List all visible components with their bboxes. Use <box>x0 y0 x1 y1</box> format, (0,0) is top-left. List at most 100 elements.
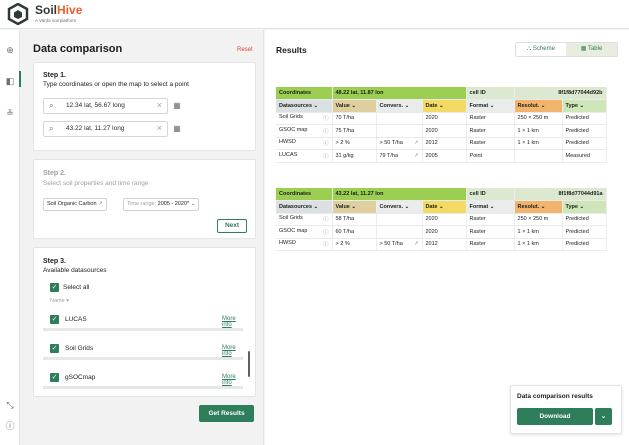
column-header[interactable]: Datasources ⌄ <box>276 200 333 214</box>
layers-icon[interactable]: ≗ <box>5 108 15 118</box>
table-cell: Predicted <box>562 213 607 226</box>
table-cell: GSOC map ⓘ <box>276 124 333 138</box>
datasource-label: HWSD <box>279 240 296 247</box>
clear-icon[interactable]: × <box>157 123 162 133</box>
reset-link[interactable]: Reset <box>237 47 253 53</box>
column-header[interactable]: Value ⌄ <box>332 200 377 214</box>
table-cell: HWSD ⓘ <box>276 137 333 150</box>
search-icon: ⌕ <box>49 101 54 110</box>
table-cell: > 2 % <box>332 238 377 251</box>
table-icon: ▦ <box>580 46 587 52</box>
coordinate-input-1-value: 12.34 lat, 56.67 long <box>66 102 125 109</box>
column-header-label: Value <box>335 203 350 210</box>
datasource-checkbox[interactable]: ✓ <box>50 344 59 353</box>
table-cell: 79 T/ha ↗ <box>376 149 423 163</box>
datasource-row: ✓ gSOCmap More info <box>43 367 243 389</box>
time-range-value: 2005 - 2020* <box>157 201 190 207</box>
column-header[interactable]: Date ⌄ <box>422 200 467 214</box>
datasource-checkbox[interactable]: ✓ <box>50 315 59 324</box>
column-header-label: Datasources <box>279 203 313 210</box>
datasource-checkbox[interactable]: ✓ <box>50 373 59 382</box>
time-range-label: Time range: <box>127 201 158 207</box>
map-icon[interactable]: ▦ <box>171 100 183 112</box>
name-column-header[interactable]: Name ▾ <box>50 298 69 304</box>
table-cell: > 2 % <box>332 137 377 150</box>
datasource-label: GSOC map <box>279 227 308 234</box>
table-cell: HWSD ⓘ <box>276 238 333 251</box>
results-table-1: Coordinates 48.22 lat, 11.87 lon cell ID… <box>276 87 607 163</box>
table-cell <box>514 149 563 163</box>
column-header-label: Convers. <box>379 203 404 210</box>
results-panel: Results ⛬ Scheme ▦ Table Coordinates 48.… <box>265 30 629 445</box>
table-cell: 250 × 250 m <box>514 112 563 125</box>
soilhive-logo-icon[interactable] <box>7 3 29 25</box>
table-cell: 58 T/ha <box>332 213 377 226</box>
column-header[interactable]: Type ⌄ <box>562 200 607 214</box>
scrollbar[interactable] <box>248 351 250 377</box>
table-cell: Raster <box>466 124 515 138</box>
get-results-button[interactable]: Get Results <box>199 405 254 422</box>
column-header-label: Format <box>469 102 489 109</box>
download-button[interactable]: Download <box>517 408 593 425</box>
column-header[interactable]: Date ⌄ <box>422 99 467 113</box>
column-header[interactable]: Resolut. ⌄ <box>514 99 563 113</box>
next-button[interactable]: Next <box>217 219 247 233</box>
info-icon[interactable]: ⓘ <box>323 215 329 223</box>
info-icon[interactable]: ⓘ <box>323 228 329 236</box>
column-header[interactable]: Format ⌄ <box>466 200 515 214</box>
info-icon[interactable]: ⓘ <box>5 421 15 431</box>
comparison-panel: Data comparison Reset Step 1. Type coord… <box>21 30 264 445</box>
chevron-down-icon[interactable]: ⌄ <box>595 408 612 425</box>
table-tab[interactable]: ▦ Table <box>566 43 617 56</box>
column-header-label: Resolut. <box>517 203 540 210</box>
globe-icon[interactable]: ⊕ <box>5 45 15 55</box>
coordinate-input-2[interactable]: ⌕ 43.22 lat, 11.27 long × <box>43 121 168 137</box>
column-header[interactable]: Convers. ⌄ <box>376 99 423 113</box>
collapse-icon[interactable]: ⤡ <box>5 400 15 410</box>
table-row: Soil Grids ⓘ 70 T/ha 2020 Raster 250 × 2… <box>276 112 607 125</box>
download-card: Data comparison results Download ⌄ <box>510 385 622 434</box>
external-link-icon[interactable]: ↗ <box>414 153 419 159</box>
brand-name[interactable]: SoilHive <box>35 3 82 17</box>
map-icon[interactable]: ▦ <box>171 123 183 135</box>
datasource-label: GSOC map <box>279 126 308 133</box>
coordinate-input-1[interactable]: ⌕ 12.34 lat, 56.67 long × <box>43 98 168 114</box>
column-header[interactable]: Convers. ⌄ <box>376 200 423 214</box>
table-cell: 31 g/kg <box>332 149 377 163</box>
time-range-chip[interactable]: Time range: 2005 - 2020* ⌄ <box>123 198 200 211</box>
scheme-tab[interactable]: ⛬ Scheme <box>516 43 566 56</box>
table-cell: Raster <box>466 225 515 239</box>
table-header-group: Coordinates 43.22 lat, 11.27 lon cell ID… <box>276 188 607 201</box>
table-tab-label: Table <box>587 46 603 52</box>
more-info-link[interactable]: More info <box>222 374 243 386</box>
more-info-link[interactable]: More info <box>222 316 243 328</box>
column-header-label: Convers. <box>379 102 404 109</box>
select-all-checkbox[interactable]: ✓ <box>50 283 59 292</box>
info-icon[interactable]: ⓘ <box>323 127 329 135</box>
top-bar: SoilHive A Varda soil platform <box>0 0 629 29</box>
clear-icon[interactable]: × <box>157 100 162 110</box>
column-header[interactable]: Type ⌄ <box>562 99 607 113</box>
soil-property-label: Soil Organic Carbon <box>47 201 97 207</box>
table-cell: 2012 <box>422 238 467 251</box>
compare-icon[interactable]: ◧ <box>5 76 15 86</box>
info-icon[interactable]: ⓘ <box>323 240 329 248</box>
column-header[interactable]: Resolut. ⌄ <box>514 200 563 214</box>
soil-property-chip[interactable]: Soil Organic Carbon ↗ <box>43 198 107 211</box>
external-link-icon[interactable]: ↗ <box>414 140 419 146</box>
chevron-down-icon: ⌄ <box>190 201 196 207</box>
column-header[interactable]: Datasources ⌄ <box>276 99 333 113</box>
datasource-name: LUCAS <box>65 316 87 323</box>
info-icon[interactable]: ⓘ <box>323 139 329 147</box>
table-cell: 75 T/ha <box>332 124 377 138</box>
column-header[interactable]: Value ⌄ <box>332 99 377 113</box>
more-info-link[interactable]: More info <box>222 345 243 357</box>
table-header-row: Datasources ⌄ Value ⌄ Convers. ⌄ Date ⌄ … <box>276 200 607 214</box>
cell-id-label: cell ID <box>466 188 515 201</box>
download-title: Data comparison results <box>517 393 593 400</box>
cell-id-value: 8f1f8d77044d92b <box>514 87 607 100</box>
info-icon[interactable]: ⓘ <box>323 152 329 160</box>
external-link-icon[interactable]: ↗ <box>414 241 419 247</box>
info-icon[interactable]: ⓘ <box>323 114 329 122</box>
column-header[interactable]: Format ⌄ <box>466 99 515 113</box>
